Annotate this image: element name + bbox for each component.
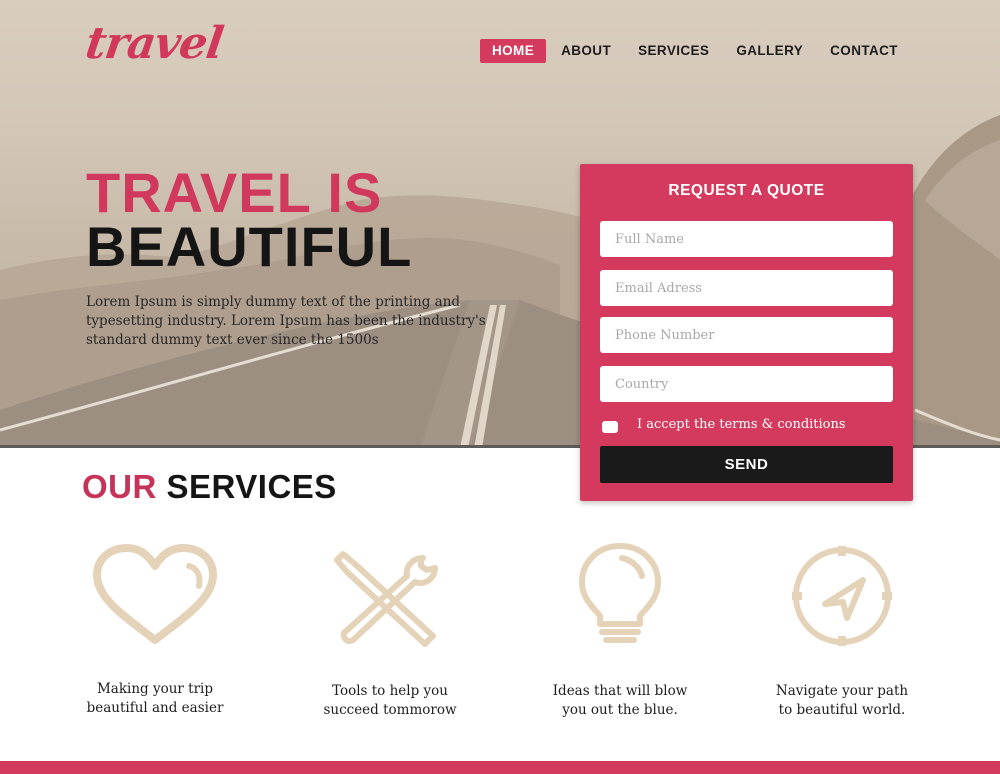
services-title-rest: SERVICES (166, 468, 337, 505)
quote-form-title: REQUEST A QUOTE (668, 182, 825, 199)
service-item: Navigate your path to beautiful world. (742, 540, 942, 740)
terms-label: I accept the terms & conditions (637, 417, 846, 432)
hero-title-line1: TRAVEL IS (86, 161, 383, 224)
service-caption: Making your trip beautiful and easier (86, 681, 224, 716)
country-field[interactable] (600, 366, 893, 402)
services-title-accent: OUR (82, 468, 157, 505)
service-caption: Navigate your path to beautiful world. (775, 683, 909, 718)
travel-logo[interactable]: travel (82, 18, 225, 69)
hero-description: Lorem Ipsum is simply dummy text of the … (86, 294, 486, 348)
main-nav: HOME ABOUT SERVICES GALLERY CONTACT (480, 39, 913, 63)
email-field[interactable] (600, 270, 893, 306)
hero-title-line2: BEAUTIFUL (86, 215, 413, 278)
services-title: OUR SERVICES (82, 468, 337, 506)
footer-accent-bar (0, 761, 1000, 774)
lightbulb-icon (579, 543, 661, 643)
service-caption: Ideas that will blow you out the blue. (552, 683, 688, 718)
tools-icon (334, 551, 438, 647)
compass-icon (792, 546, 892, 646)
nav-about[interactable]: ABOUT (549, 39, 623, 63)
hero-title: TRAVEL IS BEAUTIFUL (86, 165, 412, 275)
nav-home[interactable]: HOME (480, 39, 547, 63)
nav-gallery[interactable]: GALLERY (724, 39, 815, 63)
nav-services[interactable]: SERVICES (626, 39, 721, 63)
terms-checkbox[interactable] (602, 421, 618, 433)
quote-form: REQUEST A QUOTE I accept the terms & con… (580, 164, 913, 501)
nav-contact[interactable]: CONTACT (818, 39, 910, 63)
send-button[interactable]: SEND (600, 446, 893, 483)
service-item: Ideas that will blow you out the blue. (520, 540, 720, 740)
service-item: Tools to help you succeed tommorow (290, 540, 490, 740)
phone-field[interactable] (600, 317, 893, 353)
service-item: Making your trip beautiful and easier (55, 540, 255, 740)
heart-icon (93, 544, 217, 644)
service-caption: Tools to help you succeed tommorow (323, 683, 457, 718)
full-name-field[interactable] (600, 221, 893, 257)
